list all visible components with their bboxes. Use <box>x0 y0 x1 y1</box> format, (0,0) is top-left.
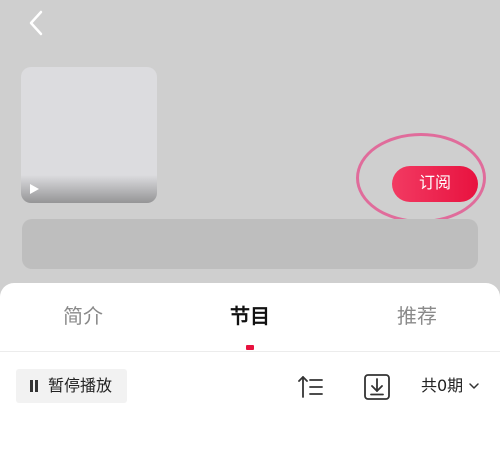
back-button[interactable] <box>22 8 52 38</box>
tab-episodes[interactable]: 节目 <box>210 301 290 331</box>
description-placeholder <box>22 219 478 269</box>
chevron-left-icon <box>29 10 43 36</box>
sort-icon <box>298 376 323 398</box>
subscribe-button[interactable]: 订阅 <box>392 166 478 202</box>
pause-icon <box>30 380 38 392</box>
tab-recommend[interactable]: 推荐 <box>377 301 457 331</box>
episode-count-label: 共0期 <box>421 376 464 395</box>
play-icon <box>30 184 39 194</box>
podcast-detail-page: 订阅 简介 节目 推荐 暂停播放 共0期 <box>0 0 500 469</box>
active-tab-indicator <box>246 345 254 350</box>
pause-playback-button[interactable]: 暂停播放 <box>16 369 127 403</box>
content-sheet: 简介 节目 推荐 暂停播放 共0期 <box>0 283 500 469</box>
album-header: 订阅 <box>0 0 500 300</box>
episode-count-dropdown[interactable]: 共0期 <box>421 369 480 403</box>
download-button[interactable] <box>362 372 392 402</box>
sort-button[interactable] <box>296 372 326 402</box>
tab-intro[interactable]: 简介 <box>43 301 123 331</box>
tab-bar: 简介 节目 推荐 <box>0 283 500 352</box>
download-icon <box>364 374 390 400</box>
cover-shade <box>21 175 157 203</box>
episode-toolbar: 暂停播放 共0期 <box>0 352 500 422</box>
chevron-down-icon <box>469 383 479 389</box>
album-cover[interactable] <box>21 67 157 203</box>
pause-playback-label: 暂停播放 <box>48 376 113 395</box>
